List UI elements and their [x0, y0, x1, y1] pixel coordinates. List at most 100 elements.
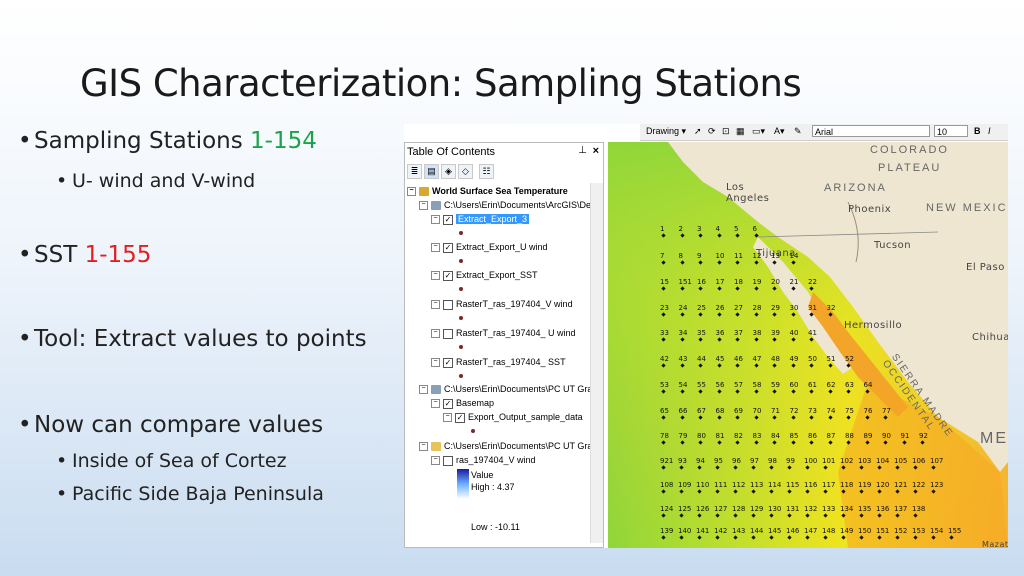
- collapse-icon[interactable]: −: [431, 300, 440, 310]
- station-label: 14: [789, 252, 799, 260]
- station-label: 130: [768, 505, 782, 513]
- station-label: 119: [858, 481, 872, 489]
- grid-icon[interactable]: ▦: [736, 126, 745, 137]
- bold-button[interactable]: B: [974, 126, 981, 136]
- collapse-icon[interactable]: −: [407, 187, 416, 197]
- station-label: 151: [876, 527, 890, 535]
- station-label: 144: [750, 527, 764, 535]
- collapse-icon[interactable]: −: [431, 271, 440, 281]
- sub-bullet-pacific: • Pacific Side Baja Peninsula: [56, 483, 324, 505]
- slide-title: GIS Characterization: Sampling Stations: [80, 62, 802, 105]
- layer-ras-v-wind[interactable]: − ras_197404_V wind: [431, 454, 536, 467]
- symbol-point: [459, 369, 463, 382]
- layer-tree: − World Surface Sea Temperature − C:\Users…: [405, 183, 592, 543]
- station-label: 65: [660, 407, 669, 415]
- station-label: 154: [930, 527, 944, 535]
- drawing-toolbar: Drawing ▾ ➚ ⟳ ⊡ ▦ ▭▾ A▾ ✎ Arial 10 B I: [640, 124, 1008, 141]
- rectangle-icon[interactable]: ▭▾: [752, 126, 765, 137]
- list-by-source-icon[interactable]: ▤: [424, 164, 439, 179]
- station-label: 26: [715, 304, 725, 312]
- station-label: 17: [715, 278, 725, 286]
- layer-rastert-u-wind[interactable]: − RasterT_ras_197404_ U wind: [431, 327, 576, 340]
- layer-rastert-v-wind[interactable]: − RasterT_ras_197404_V wind: [431, 298, 573, 311]
- collapse-icon[interactable]: −: [419, 442, 428, 452]
- station-label: 39: [771, 329, 780, 337]
- collapse-icon[interactable]: −: [419, 201, 428, 211]
- close-icon[interactable]: ×: [593, 145, 599, 157]
- station-label: 101: [822, 457, 836, 465]
- station-label: 111: [714, 481, 728, 489]
- collapse-icon[interactable]: −: [431, 358, 440, 368]
- layer-checkbox[interactable]: ✓: [443, 242, 453, 253]
- pin-icon[interactable]: ⊥: [578, 145, 587, 156]
- layer-extract-export-u-wind[interactable]: − ✓ Extract_Export_U wind: [431, 241, 548, 254]
- station-label: 109: [678, 481, 692, 489]
- station-label: 78: [660, 432, 669, 440]
- station-label: 92: [919, 432, 928, 440]
- layer-checkbox[interactable]: ✓: [443, 398, 453, 409]
- station-label: 73: [808, 407, 817, 415]
- rotate-icon[interactable]: ⟳: [708, 126, 716, 137]
- station-label: 50: [808, 355, 817, 363]
- tree-folder-3[interactable]: − C:\Users\Erin\Documents\PC UT Gra: [419, 440, 592, 453]
- zoom-page-icon[interactable]: ⊡: [722, 126, 730, 137]
- layer-checkbox[interactable]: ✓: [443, 357, 453, 368]
- station-label: 129: [750, 505, 764, 513]
- layer-checkbox[interactable]: [443, 328, 453, 339]
- tree-folder-1[interactable]: − C:\Users\Erin\Documents\ArcGIS\De: [419, 199, 591, 212]
- collapse-icon[interactable]: −: [431, 329, 440, 339]
- tree-folder-2[interactable]: − C:\Users\Erin\Documents\PC UT Gra: [419, 383, 592, 396]
- station-label: 123: [930, 481, 944, 489]
- layer-extract-export-3[interactable]: − ✓ Extract_Export_3: [431, 213, 530, 226]
- station-label: 32: [826, 304, 836, 312]
- station-label: 145: [768, 527, 782, 535]
- collapse-icon[interactable]: −: [419, 385, 428, 395]
- station-label: 105: [894, 457, 908, 465]
- layer-export-output[interactable]: − ✓ Export_Output_sample_data: [443, 411, 583, 424]
- station-label: 19: [752, 278, 762, 286]
- table-of-contents-panel: Table Of Contents ⊥ × ≣ ▤ ◈ ◇ ☷ − World S…: [404, 142, 604, 548]
- layer-basemap[interactable]: − ✓ Basemap: [431, 397, 494, 410]
- station-label: 137: [894, 505, 908, 513]
- layer-checkbox[interactable]: ✓: [443, 214, 453, 225]
- station-label: 94: [696, 457, 705, 465]
- station-label: 33: [660, 329, 669, 337]
- edit-text-icon[interactable]: ✎: [794, 126, 802, 137]
- text-icon[interactable]: A▾: [774, 126, 785, 137]
- drawing-menu[interactable]: Drawing ▾: [646, 126, 686, 137]
- italic-button[interactable]: I: [988, 126, 991, 136]
- toc-scrollbar[interactable]: [590, 183, 603, 543]
- station-label: 77: [882, 407, 891, 415]
- collapse-icon[interactable]: −: [431, 215, 440, 225]
- layer-checkbox[interactable]: ✓: [455, 412, 465, 423]
- list-by-drawing-order-icon[interactable]: ≣: [407, 164, 422, 179]
- layer-extract-export-sst[interactable]: − ✓ Extract_Export_SST: [431, 269, 538, 282]
- station-label: 11: [734, 252, 743, 260]
- list-by-visibility-icon[interactable]: ◈: [441, 164, 456, 179]
- collapse-icon[interactable]: −: [443, 413, 452, 423]
- collapse-icon[interactable]: −: [431, 243, 440, 253]
- map-view[interactable]: COLORADO PLATEAU Los Angeles ARIZONA Pho…: [608, 142, 1008, 548]
- station-label: 80: [697, 432, 706, 440]
- station-label: 85: [789, 432, 799, 440]
- list-by-selection-icon[interactable]: ◇: [458, 164, 473, 179]
- collapse-icon[interactable]: −: [431, 456, 440, 466]
- station-label: 13: [771, 252, 780, 260]
- station-label: 36: [715, 329, 725, 337]
- station-label: 89: [863, 432, 873, 440]
- station-label: 148: [822, 527, 836, 535]
- layer-checkbox[interactable]: [443, 299, 453, 310]
- collapse-icon[interactable]: −: [431, 399, 440, 409]
- layer-rastert-sst[interactable]: − ✓ RasterT_ras_197404_ SST: [431, 356, 566, 369]
- station-label: 22: [808, 278, 817, 286]
- layers-icon: [419, 187, 429, 197]
- font-name-select[interactable]: Arial: [812, 125, 930, 137]
- symbol-point: [459, 340, 463, 353]
- layer-checkbox[interactable]: [443, 455, 453, 466]
- layer-checkbox[interactable]: ✓: [443, 270, 453, 281]
- options-icon[interactable]: ☷: [479, 164, 494, 179]
- station-label: 74: [826, 407, 836, 415]
- font-size-select[interactable]: 10: [934, 125, 968, 137]
- select-arrow-icon[interactable]: ➚: [694, 126, 702, 137]
- tree-root[interactable]: − World Surface Sea Temperature: [407, 185, 568, 198]
